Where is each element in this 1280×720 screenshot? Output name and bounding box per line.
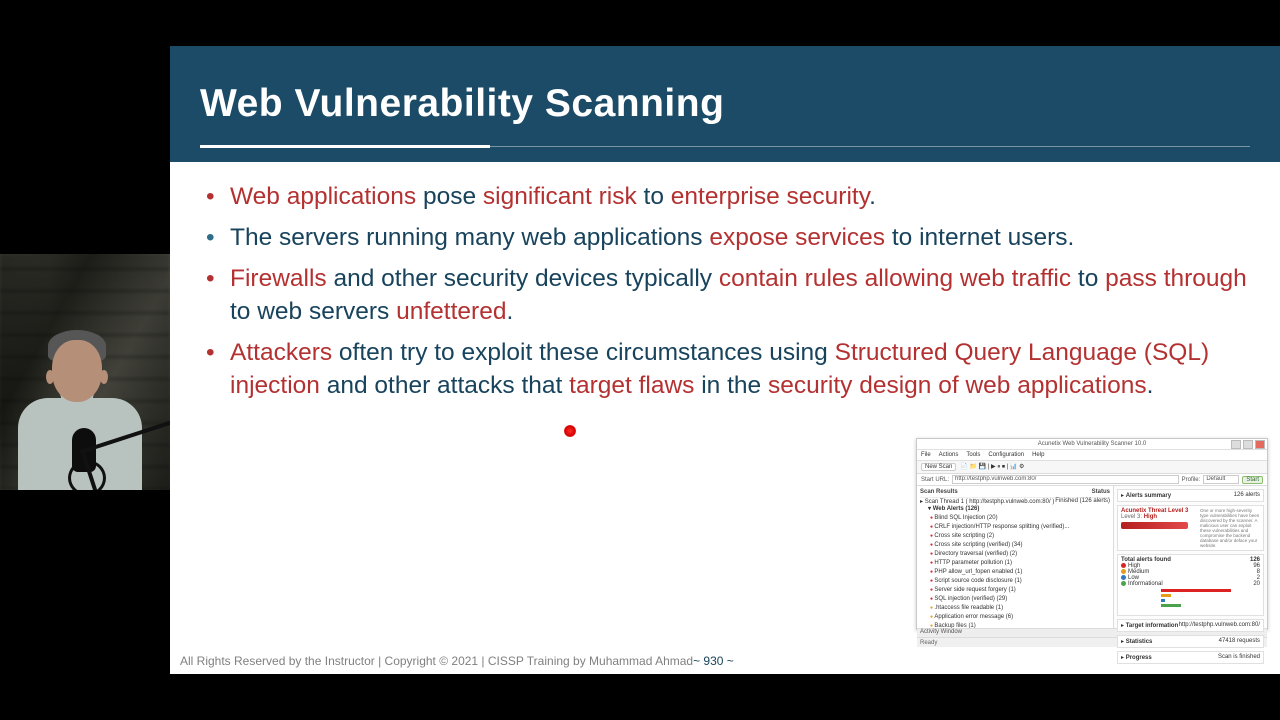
alerts-found-card: Total alerts found126 High96Medium8Low2I… [1117,554,1264,616]
menu-item: Configuration [988,452,1024,458]
tree-item: Cross site scripting (verified) (34) [930,541,1110,550]
slide-title: Web Vulnerability Scanning [200,46,1250,126]
alert-row: Informational20 [1121,581,1260,587]
tree-item: CRLF injection/HTTP response splitting (… [930,523,1110,532]
laser-pointer [564,425,576,437]
page-number: ~ 930 ~ [693,654,734,668]
scan-results-tree: Scan Results Status ▸ Scan Thread 1 ( ht… [917,486,1114,628]
start-button: Start [1242,476,1263,484]
bullet-item: Web applications pose significant risk t… [200,180,1250,213]
scanner-right-panel: ▸ Alerts summary 126 alerts Acunetix Thr… [1114,486,1267,628]
menu-item: Help [1032,452,1044,458]
tree-item: Blind SQL Injection (20) [930,514,1110,523]
menu-item: Actions [939,452,959,458]
scanner-titlebar: Acunetix Web Vulnerability Scanner 10.0 [917,439,1267,450]
tree-item: Backup files (1) [930,622,1110,628]
slide: Web Vulnerability Scanning Web applicati… [170,46,1280,674]
url-field: http://testphp.vulnweb.com:80/ [952,475,1179,484]
tree-item: SQL injection (verified) (29) [930,595,1110,604]
menu-item: File [921,452,931,458]
tree-item: Application error message (6) [930,613,1110,622]
slide-header: Web Vulnerability Scanning [170,46,1280,162]
scanner-toolbar: New Scan 📄 📁 💾 | ▶ ⏸ ⏹ | 📊 ⚙ [917,461,1267,474]
bullet-item: The servers running many web application… [200,221,1250,254]
tree-item: Script source code disclosure (1) [930,577,1110,586]
scanner-url-bar: Start URL: http://testphp.vulnweb.com:80… [917,474,1267,486]
tree-item: Cross site scripting (2) [930,532,1110,541]
slide-body: Web applications pose significant risk t… [170,162,1280,402]
new-scan-button: New Scan [921,463,956,471]
tree-item: HTTP parameter pollution (1) [930,559,1110,568]
tree-item: .htaccess file readable (1) [930,604,1110,613]
tree-item: Directory traversal (verified) (2) [930,550,1110,559]
slide-footer: All Rights Reserved by the Instructor | … [180,654,1270,668]
scanner-screenshot: Acunetix Web Vulnerability Scanner 10.0 … [916,438,1268,630]
window-buttons [1231,440,1265,449]
tree-item: PHP allow_url_fopen enabled (1) [930,568,1110,577]
tree-item: Server side request forgery (1) [930,586,1110,595]
scanner-menubar: File Actions Tools Configuration Help [917,450,1267,461]
menu-item: Tools [966,452,980,458]
presenter-webcam [0,254,170,490]
scanner-title: Acunetix Web Vulnerability Scanner 10.0 [1038,441,1146,447]
threat-level-card: Acunetix Threat Level 3 Level 3: High On… [1117,505,1264,551]
bullet-item: Firewalls and other security devices typ… [200,262,1250,328]
bullet-item: Attackers often try to exploit these cir… [200,336,1250,402]
